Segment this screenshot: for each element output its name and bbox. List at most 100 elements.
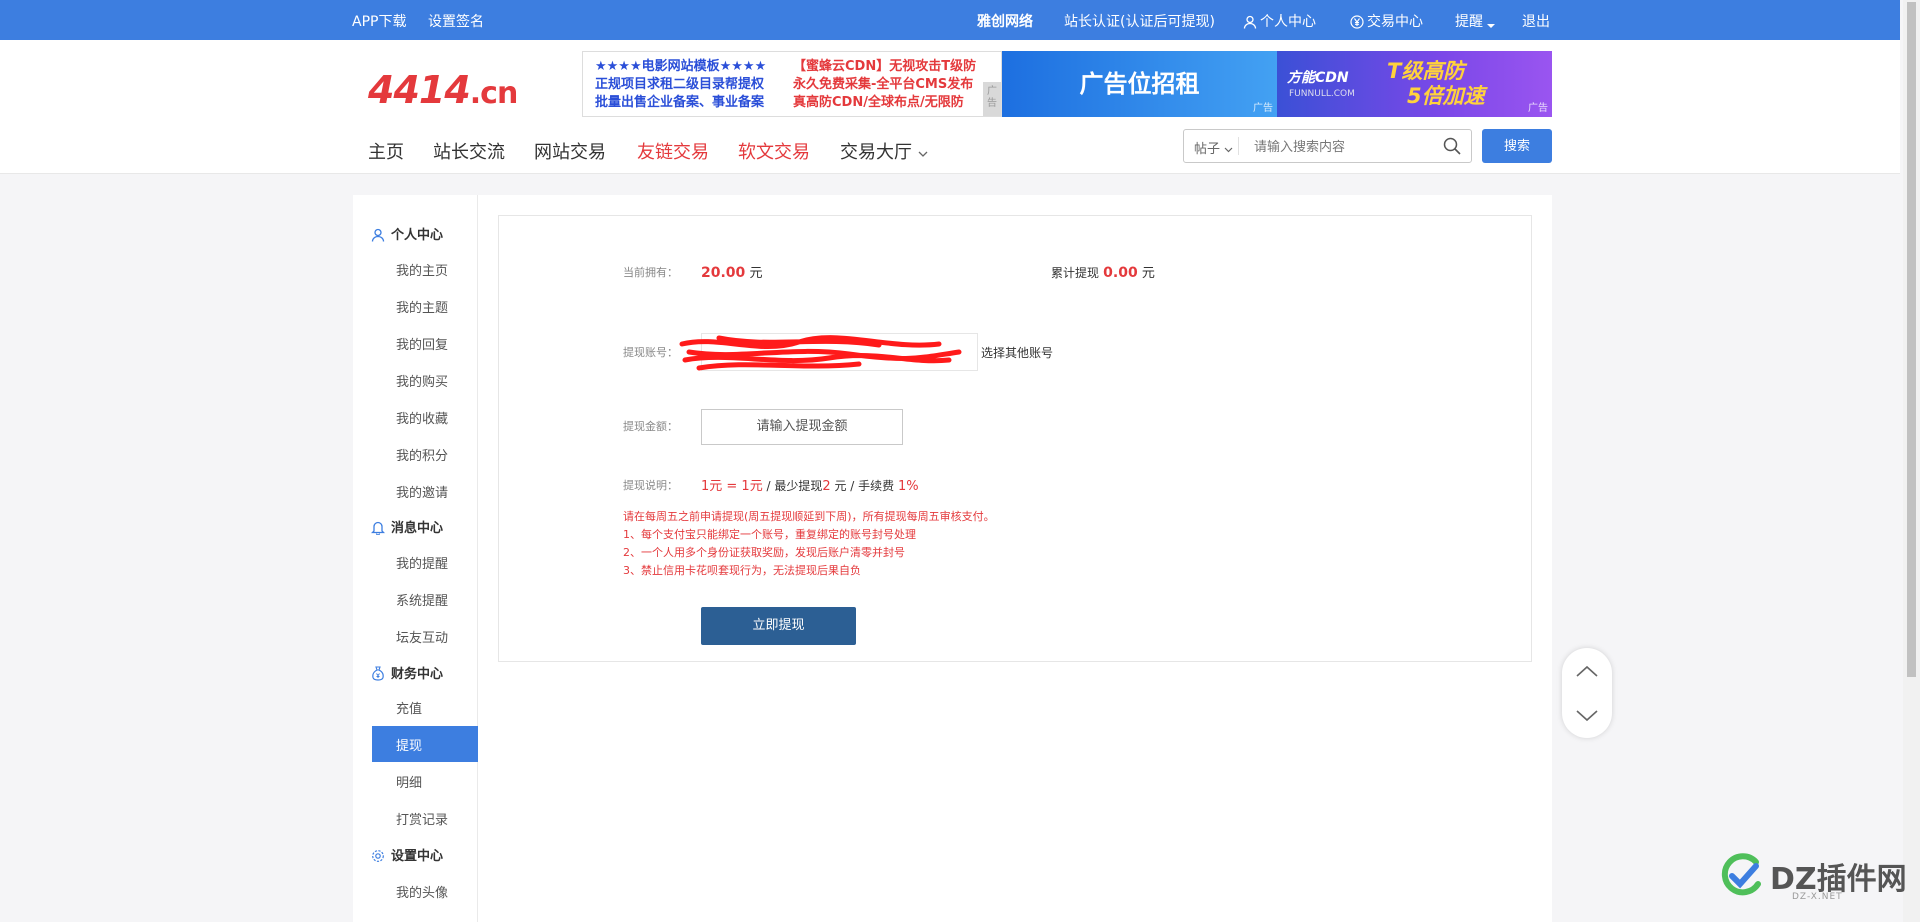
search-button[interactable]: 搜索 [1482,129,1552,163]
certify-link[interactable]: 站长认证(认证后可提现) [1064,11,1215,31]
search-type-select[interactable]: 帖子 [1194,138,1233,157]
user-icon [371,228,385,242]
header: 4414.cn ★★★★电影网站模板★★★★ 正规项目求租二级目录帮提权 批量出… [0,40,1900,174]
scroll-top-button[interactable] [1562,648,1612,693]
search-box: 帖子 [1183,129,1472,163]
ad3-line1: T级高防 [1387,59,1465,83]
ad3-brand: 方能CDN [1287,70,1349,86]
sidebar-item-system-reminders[interactable]: 系统提醒 [396,590,448,609]
logout-link[interactable]: 退出 [1522,11,1550,31]
rules-fee-label: 元 / 手续费 [830,479,898,493]
gear-icon [372,850,384,862]
remind-label: 提醒 [1455,14,1483,30]
description-label: 提现说明： [623,479,678,492]
sidebar-item-tip-records[interactable]: 打赏记录 [396,809,448,828]
trade-center-link[interactable]: 交易中心 [1350,11,1423,31]
nav-forum[interactable]: 站长交流 [433,138,505,164]
ad3-tag: 广告 [1528,103,1548,114]
money-bag-icon [372,666,384,681]
site-logo[interactable]: 4414.cn [368,68,519,112]
ad1-tag: 广告 [983,82,1001,116]
sidebar-item-interactions[interactable]: 坛友互动 [396,627,448,646]
remind-dropdown[interactable]: 提醒 [1455,11,1498,31]
amount-input[interactable]: 请输入提现金额 [701,409,903,445]
sidebar-item-my-replies[interactable]: 我的回复 [396,334,448,353]
nav-site-trade[interactable]: 网站交易 [534,138,606,164]
sidebar-item-withdraw[interactable]: 提现 [372,726,478,762]
choose-other-account-link[interactable]: 选择其他账号 [981,344,1053,361]
ad-banner-for-rent[interactable]: 广告位招租 广告 [1002,51,1277,117]
rules-min-label: / 最少提现 [762,479,823,493]
account-label: 提现账号： [623,346,678,359]
ad3-sub: FUNNULL.COM [1289,89,1355,99]
search-icon[interactable] [1443,137,1461,155]
search-input[interactable] [1254,134,1434,158]
sidebar-section-finance-label: 财务中心 [391,667,444,682]
logo-suffix: .cn [469,76,519,111]
min-amount: 2 [822,479,831,494]
chevron-up-icon [1576,665,1598,677]
trade-center-label: 交易中心 [1367,14,1423,30]
app-download-link[interactable]: APP下载 [352,11,406,31]
nav-link-trade[interactable]: 友链交易 [637,138,709,164]
sidebar-item-recharge[interactable]: 充值 [396,698,422,717]
sidebar-section-message-label: 消息中心 [391,521,444,536]
withdraw-panel: 当前拥有： 20.00 元 累计提现 0.00 元 提现账号： 选择其他账号 提… [498,215,1532,662]
redaction-scribble [679,335,962,371]
ad3-slogan: T级高防 5倍加速 [1387,59,1485,109]
bell-icon [370,521,386,536]
sidebar-item-my-reminders[interactable]: 我的提醒 [396,553,448,572]
exchange-rate: 1元 = 1元 [701,479,763,494]
ad-banner-cdn[interactable]: 方能CDN FUNNULL.COM T级高防 5倍加速 广告 [1277,51,1552,117]
ad2-text: 广告位招租 [1079,70,1200,98]
sidebar-section-personal: 个人中心 [371,224,443,243]
sidebar-item-my-home[interactable]: 我的主页 [396,260,448,279]
logo-text: 4414 [368,68,471,112]
nav-trade-hall-label: 交易大厅 [840,142,912,163]
amount-label: 提现金额： [623,420,678,433]
nav-home[interactable]: 主页 [368,138,404,164]
caret-down-icon [1487,24,1496,28]
main-content: 个人中心 我的主页 我的主题 我的回复 我的购买 我的收藏 我的积分 我的邀请 … [353,195,1552,922]
scroll-bottom-button[interactable] [1562,693,1612,738]
search-divider [1238,137,1239,155]
sidebar-item-my-invites[interactable]: 我的邀请 [396,482,448,501]
fee-rate: 1% [897,479,919,494]
scrollbar-thumb[interactable] [1907,2,1916,677]
sidebar-item-my-purchases[interactable]: 我的购买 [396,371,448,390]
total-withdrawn-amount: 0.00 [1103,265,1138,281]
watermark-logo-icon [1721,853,1761,896]
ad1-right-line: 永久免费采集-全平台CMS发布 [793,77,974,92]
sidebar-section-finance: 财务中心 [371,663,443,682]
sidebar-item-details[interactable]: 明细 [396,772,422,791]
ad1-left-line: 批量出售企业备案、事业备案 [595,95,765,110]
withdraw-notes: 请在每周五之前申请提现(周五提现顺延到下周)，所有提现每周五审核支付。 1、每个… [623,508,995,580]
nav-article-trade[interactable]: 软文交易 [738,138,810,164]
sidebar-item-my-favorites[interactable]: 我的收藏 [396,408,448,427]
ad1-right-column: 【蜜蜂云CDN】无视攻击T级防 永久免费采集-全平台CMS发布 真高防CDN/全… [793,58,976,112]
search-type-label: 帖子 [1194,142,1221,157]
yachuang-link[interactable]: 雅创网络 [977,11,1033,31]
ad1-right-line: 真高防CDN/全球布点/无限防 [793,95,964,110]
nav-trade-hall[interactable]: 交易大厅 [840,138,928,164]
withdraw-submit-button[interactable]: 立即提现 [701,607,856,645]
personal-center-link[interactable]: 个人中心 [1243,11,1316,31]
total-withdrawn: 累计提现 0.00 元 [1051,262,1155,281]
page-scrollbar[interactable] [1903,0,1920,922]
ad1-left-line: 正规项目求租二级目录帮提权 [595,77,765,92]
set-signature-link[interactable]: 设置签名 [428,11,484,31]
sidebar-item-my-avatar[interactable]: 我的头像 [396,882,448,901]
note-line: 3、禁止信用卡花呗套现行为，无法提现后果自负 [623,564,861,577]
user-icon [1243,15,1257,29]
ad-banner-text[interactable]: ★★★★电影网站模板★★★★ 正规项目求租二级目录帮提权 批量出售企业备案、事业… [582,51,1002,117]
chevron-down-icon [918,151,928,157]
total-withdrawn-label: 累计提现 [1051,266,1100,280]
sidebar-item-my-points[interactable]: 我的积分 [396,445,448,464]
sidebar: 个人中心 我的主页 我的主题 我的回复 我的购买 我的收藏 我的积分 我的邀请 … [353,195,478,922]
ad1-right-line: 【蜜蜂云CDN】无视攻击T级防 [793,59,977,74]
ad2-tag: 广告 [1253,103,1273,114]
withdraw-rules: 1元 = 1元 / 最少提现2 元 / 手续费 1% [701,475,919,494]
ad1-left-column: ★★★★电影网站模板★★★★ 正规项目求租二级目录帮提权 批量出售企业备案、事业… [595,58,766,112]
sidebar-item-my-threads[interactable]: 我的主题 [396,297,448,316]
current-balance-amount: 20.00 [701,265,746,281]
